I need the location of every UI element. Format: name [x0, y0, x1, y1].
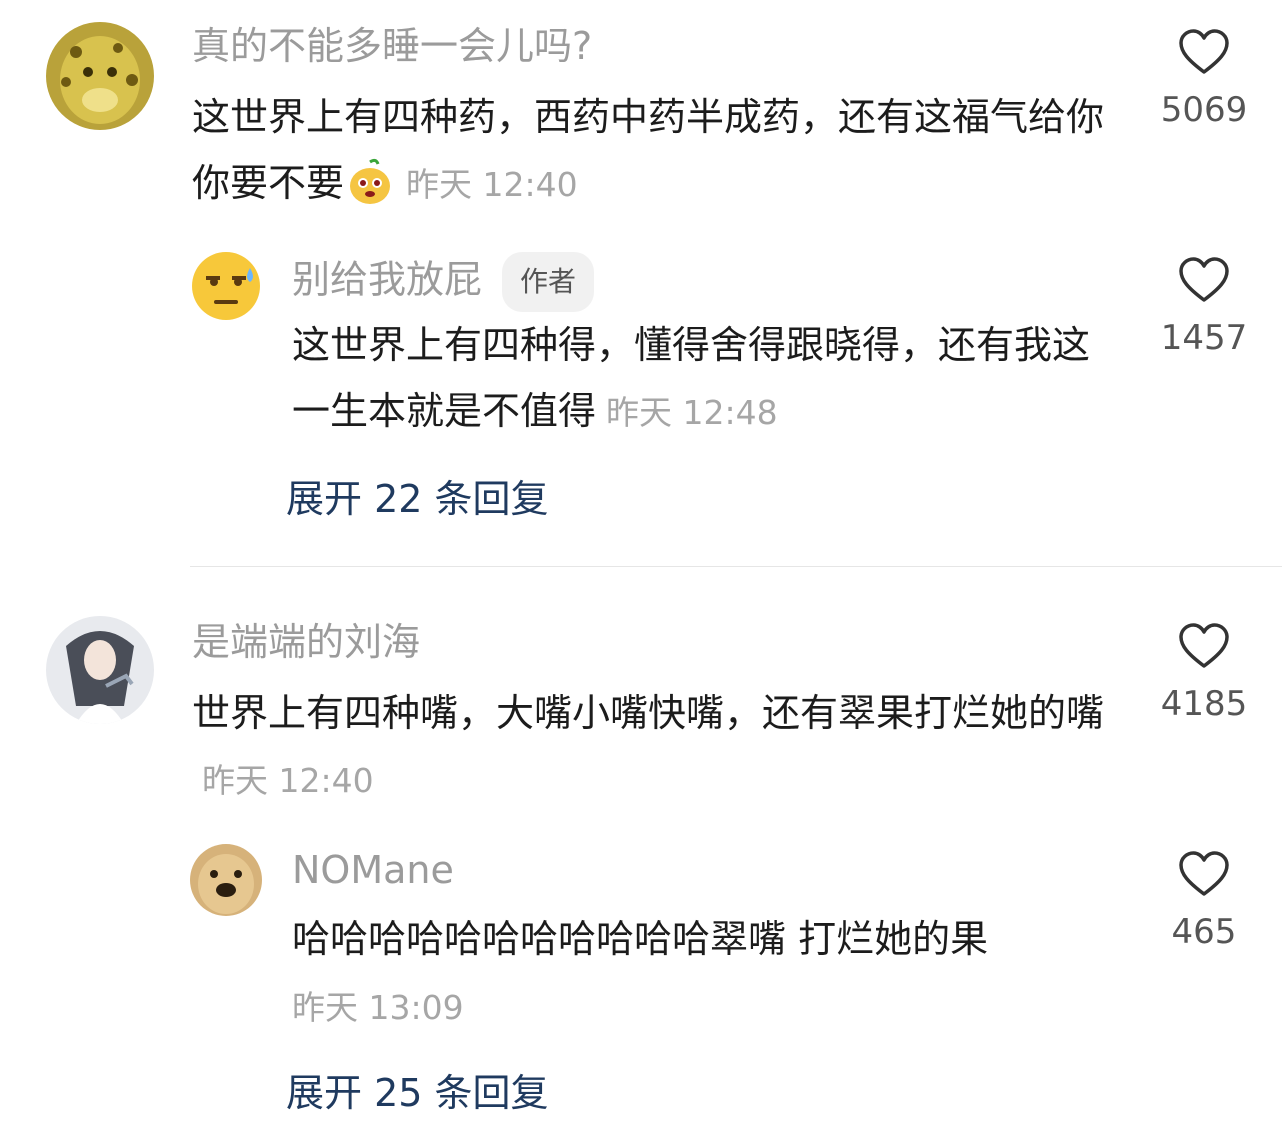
heart-icon[interactable] [1178, 28, 1230, 76]
reply-username[interactable]: NOMane [292, 846, 454, 894]
comment-username[interactable]: 真的不能多睡一会儿吗? [192, 22, 592, 70]
comment-text: 这世界上有四种药，西药中药半成药，还有这福气给你你要不要 昨天 12:40 [192, 84, 1112, 218]
expand-replies-button[interactable]: 展开 22 条回复 [286, 468, 549, 523]
sweat-emoji-avatar-icon [192, 252, 260, 320]
like-count: 5069 [1160, 90, 1248, 130]
like-count: 465 [1171, 912, 1237, 952]
reply-time: 昨天 13:09 [292, 988, 464, 1027]
like-count: 4185 [1160, 684, 1248, 724]
comment-username[interactable]: 是端端的刘海 [192, 618, 420, 666]
comment-time: 昨天 12:40 [202, 761, 374, 800]
leopard-avatar-icon [46, 22, 154, 130]
anime-girl-avatar-icon [46, 616, 154, 724]
avatar[interactable] [46, 22, 154, 130]
like-block: 4185 [1134, 622, 1274, 724]
comment-text: 世界上有四种嘴，大嘴小嘴快嘴，还有翠果打烂她的嘴昨天 12:40 [192, 680, 1112, 814]
heart-icon[interactable] [1178, 622, 1230, 670]
mango-smile-emoji-icon [346, 158, 394, 206]
reply-time: 昨天 12:48 [606, 393, 778, 432]
expand-replies-button[interactable]: 展开 25 条回复 [286, 1062, 549, 1117]
dog-avatar-icon [190, 844, 262, 916]
heart-icon[interactable] [1178, 850, 1230, 898]
reply-username-label[interactable]: 别给我放屁 [292, 258, 482, 302]
heart-icon[interactable] [1178, 256, 1230, 304]
like-block: 465 [1134, 850, 1274, 952]
reply-body: 哈哈哈哈哈哈哈哈哈哈哈翠嘴 打烂她的果 [292, 917, 989, 961]
avatar[interactable] [190, 844, 262, 916]
reply-text: 这世界上有四种得，懂得舍得跟晓得，还有我这一生本就是不值得 昨天 12:48 [292, 312, 1122, 446]
avatar[interactable] [46, 616, 154, 724]
reply-username: 别给我放屁 作者 [292, 252, 595, 312]
divider [190, 566, 1282, 567]
comment-body: 世界上有四种嘴，大嘴小嘴快嘴，还有翠果打烂她的嘴 [192, 691, 1105, 735]
like-count: 1457 [1160, 318, 1248, 358]
like-block: 1457 [1134, 256, 1274, 358]
comment-body: 这世界上有四种药，西药中药半成药，还有这福气给你你要不要 [192, 95, 1105, 205]
comment-time: 昨天 12:40 [406, 165, 578, 204]
author-badge: 作者 [502, 252, 595, 312]
like-block: 5069 [1134, 28, 1274, 130]
avatar[interactable] [190, 250, 262, 322]
